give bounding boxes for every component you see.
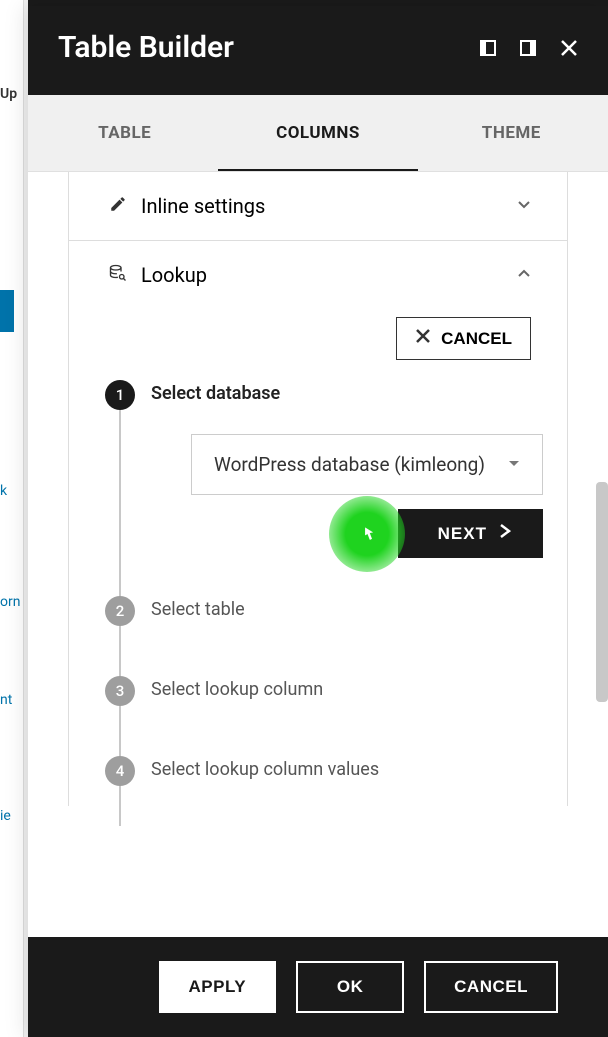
modal-footer: APPLY OK CANCEL bbox=[28, 937, 608, 1037]
bg-text-up: Up bbox=[0, 86, 22, 102]
next-button[interactable]: NEXT bbox=[398, 509, 543, 558]
close-icon[interactable] bbox=[560, 39, 578, 57]
apply-button[interactable]: APPLY bbox=[159, 961, 277, 1013]
dock-right-icon[interactable] bbox=[520, 40, 536, 56]
step-3: 3 Select lookup column bbox=[105, 676, 543, 706]
database-select[interactable]: WordPress database (kimleong) bbox=[191, 434, 543, 495]
step-3-label: Select lookup column bbox=[151, 679, 543, 700]
section-inline-header[interactable]: Inline settings bbox=[69, 172, 567, 240]
caret-down-icon bbox=[508, 455, 520, 474]
chevron-up-icon bbox=[517, 266, 531, 285]
cancel-button[interactable]: CANCEL bbox=[424, 961, 558, 1013]
ok-button[interactable]: OK bbox=[296, 961, 404, 1013]
step-1-number: 1 bbox=[105, 380, 135, 410]
click-indicator bbox=[329, 496, 405, 572]
bg-accent bbox=[0, 290, 14, 332]
step-4: 4 Select lookup column values bbox=[105, 756, 543, 786]
chevron-right-icon bbox=[499, 523, 511, 544]
section-inline-title: Inline settings bbox=[141, 194, 265, 218]
tab-theme[interactable]: THEME bbox=[415, 95, 608, 171]
edit-icon bbox=[109, 195, 127, 217]
chevron-down-icon bbox=[517, 197, 531, 216]
lookup-body: CANCEL 1 Select database WordPress dat bbox=[69, 309, 567, 806]
modal-panel: Table Builder TABLE COLUMNS THEME bbox=[28, 6, 608, 1037]
tab-columns[interactable]: COLUMNS bbox=[221, 95, 414, 171]
header-controls bbox=[480, 39, 578, 57]
bg-text-k: k bbox=[0, 483, 22, 499]
step-2: 2 Select table bbox=[105, 596, 543, 626]
modal-title: Table Builder bbox=[58, 30, 234, 65]
step-1-label: Select database bbox=[151, 383, 543, 404]
lookup-cancel-button[interactable]: CANCEL bbox=[396, 317, 531, 360]
step-2-label: Select table bbox=[151, 599, 543, 620]
next-button-label: NEXT bbox=[438, 524, 487, 544]
step-1: 1 Select database WordPress database (ki… bbox=[105, 380, 543, 586]
section-inline-settings: Inline settings bbox=[68, 172, 568, 240]
lookup-cancel-label: CANCEL bbox=[441, 329, 512, 349]
modal-body: Inline settings Lookup bbox=[28, 172, 608, 937]
stepper: 1 Select database WordPress database (ki… bbox=[105, 380, 543, 786]
bg-text-orn: orn bbox=[0, 594, 22, 610]
section-lookup-title: Lookup bbox=[141, 263, 207, 287]
dock-left-icon[interactable] bbox=[480, 40, 496, 56]
scrollbar-thumb[interactable] bbox=[596, 482, 608, 702]
tabs: TABLE COLUMNS THEME bbox=[28, 95, 608, 172]
database-search-icon bbox=[109, 264, 127, 286]
step-4-label: Select lookup column values bbox=[151, 759, 543, 780]
bg-text-ie: ie bbox=[0, 808, 22, 824]
bg-sidebar bbox=[0, 0, 24, 1037]
database-select-value: WordPress database (kimleong) bbox=[214, 453, 485, 476]
step-3-number: 3 bbox=[105, 676, 135, 706]
modal-header: Table Builder bbox=[28, 6, 608, 95]
bg-text-nt: nt bbox=[0, 692, 22, 708]
x-icon bbox=[415, 328, 431, 349]
section-lookup: Lookup CANCEL bbox=[68, 240, 568, 806]
tab-table[interactable]: TABLE bbox=[28, 95, 221, 171]
step-4-number: 4 bbox=[105, 756, 135, 786]
step-2-number: 2 bbox=[105, 596, 135, 626]
section-lookup-header[interactable]: Lookup bbox=[69, 241, 567, 309]
